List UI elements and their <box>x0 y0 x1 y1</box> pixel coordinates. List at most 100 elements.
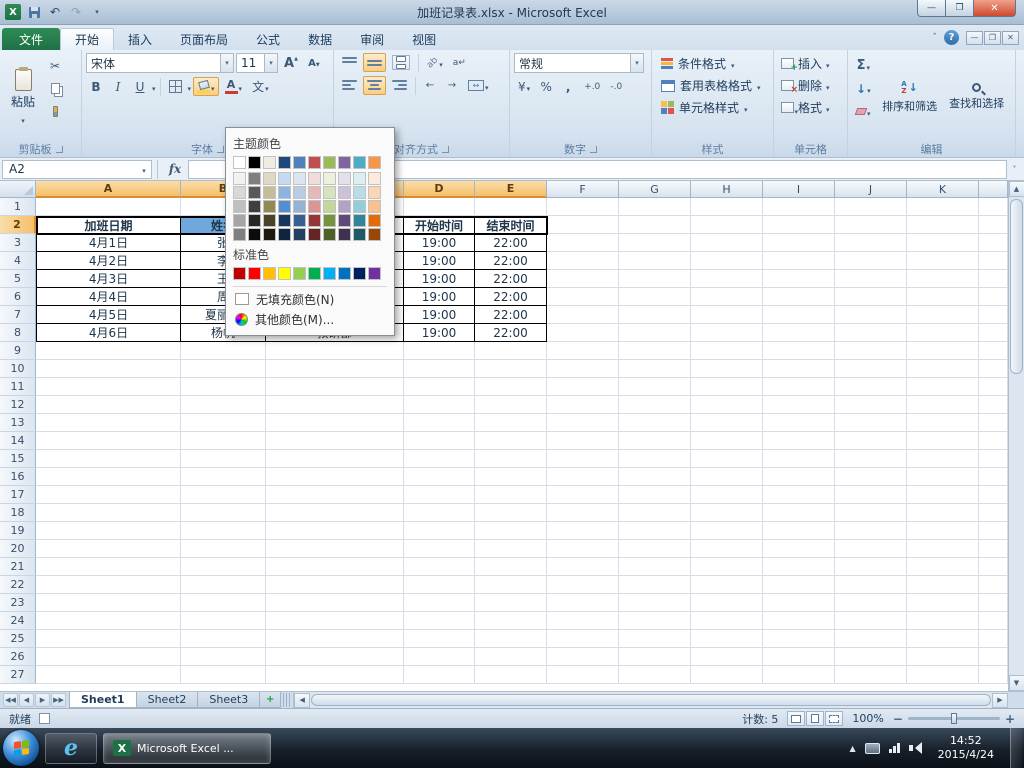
decrease-indent-button[interactable]: ← <box>420 76 440 95</box>
row-header-25[interactable]: 25 <box>0 630 36 648</box>
cell-J25[interactable] <box>835 630 907 648</box>
cell-G3[interactable] <box>619 234 691 252</box>
theme-variant-swatch[interactable] <box>308 200 321 213</box>
cell-B20[interactable] <box>181 540 266 558</box>
cell-C10[interactable] <box>266 360 404 378</box>
cell-D21[interactable] <box>404 558 475 576</box>
cell-D18[interactable] <box>404 504 475 522</box>
cell-D10[interactable] <box>404 360 475 378</box>
cell-B19[interactable] <box>181 522 266 540</box>
cell-A26[interactable] <box>36 648 181 666</box>
taskbar-ie-button[interactable]: e <box>45 732 97 764</box>
ribbon-tab-数据[interactable]: 数据 <box>294 28 346 50</box>
cell-J3[interactable] <box>835 234 907 252</box>
cell-J23[interactable] <box>835 594 907 612</box>
row-header-17[interactable]: 17 <box>0 486 36 504</box>
cell-F17[interactable] <box>547 486 619 504</box>
clipboard-dialog-launcher[interactable] <box>55 145 63 153</box>
cell-E19[interactable] <box>475 522 547 540</box>
cell-I6[interactable] <box>763 288 835 306</box>
theme-variant-swatch[interactable] <box>293 214 306 227</box>
ribbon-tab-插入[interactable]: 插入 <box>114 28 166 50</box>
page-break-view-button[interactable] <box>825 711 844 726</box>
alignment-dialog-launcher[interactable] <box>442 145 449 153</box>
insert-cells-button[interactable]: 插入 <box>778 53 843 74</box>
cell-H21[interactable] <box>691 558 763 576</box>
cell-A19[interactable] <box>36 522 181 540</box>
fill-color-button[interactable] <box>193 77 219 96</box>
cell-K3[interactable] <box>907 234 979 252</box>
cell-C18[interactable] <box>266 504 404 522</box>
vertical-scroll-thumb[interactable] <box>1010 199 1023 374</box>
cell-F5[interactable] <box>547 270 619 288</box>
cell-G20[interactable] <box>619 540 691 558</box>
cell-D22[interactable] <box>404 576 475 594</box>
cell-J6[interactable] <box>835 288 907 306</box>
cell-G21[interactable] <box>619 558 691 576</box>
cell-I3[interactable] <box>763 234 835 252</box>
font-dialog-launcher[interactable] <box>217 145 224 153</box>
cell-F15[interactable] <box>547 450 619 468</box>
cell-F1[interactable] <box>547 198 619 216</box>
zoom-out-button[interactable]: − <box>893 712 903 726</box>
theme-variant-swatch[interactable] <box>263 186 276 199</box>
cell-E17[interactable] <box>475 486 547 504</box>
cell-H12[interactable] <box>691 396 763 414</box>
cell-F11[interactable] <box>547 378 619 396</box>
cell-I23[interactable] <box>763 594 835 612</box>
theme-variant-swatch[interactable] <box>368 228 381 241</box>
cell-B13[interactable] <box>181 414 266 432</box>
cell-B15[interactable] <box>181 450 266 468</box>
scroll-up-arrow[interactable]: ▲ <box>1008 181 1024 197</box>
cell-I18[interactable] <box>763 504 835 522</box>
sort-filter-button[interactable]: A Z ↓ 排序和筛选 <box>878 53 942 141</box>
orientation-button[interactable]: ab <box>423 53 447 72</box>
workbook-restore-button[interactable]: ❐ <box>984 30 1001 45</box>
cell-I16[interactable] <box>763 468 835 486</box>
cell-J1[interactable] <box>835 198 907 216</box>
network-tray-icon[interactable] <box>888 743 900 753</box>
cell-G22[interactable] <box>619 576 691 594</box>
cell-F6[interactable] <box>547 288 619 306</box>
cell-F14[interactable] <box>547 432 619 450</box>
insert-function-button[interactable]: fx <box>162 162 188 176</box>
cell-B18[interactable] <box>181 504 266 522</box>
cell-D16[interactable] <box>404 468 475 486</box>
cell-A6[interactable]: 4月4日 <box>36 288 181 306</box>
last-sheet-button[interactable]: ▶▶ <box>51 693 66 707</box>
font-name-dropdown[interactable] <box>220 54 233 72</box>
cell-K21[interactable] <box>907 558 979 576</box>
cell-H6[interactable] <box>691 288 763 306</box>
cell-I20[interactable] <box>763 540 835 558</box>
cell-J11[interactable] <box>835 378 907 396</box>
minimize-ribbon-button[interactable]: ˆ <box>933 33 938 43</box>
cell-G26[interactable] <box>619 648 691 666</box>
cell-I25[interactable] <box>763 630 835 648</box>
cell-I12[interactable] <box>763 396 835 414</box>
number-dialog-launcher[interactable] <box>590 145 597 153</box>
theme-color-swatch[interactable] <box>263 156 276 169</box>
cell-E21[interactable] <box>475 558 547 576</box>
cell-E20[interactable] <box>475 540 547 558</box>
zoom-in-button[interactable]: + <box>1005 712 1015 726</box>
align-bottom-button[interactable] <box>388 53 414 72</box>
cell-D20[interactable] <box>404 540 475 558</box>
cell-G14[interactable] <box>619 432 691 450</box>
cell-J26[interactable] <box>835 648 907 666</box>
theme-variant-swatch[interactable] <box>233 200 246 213</box>
file-tab[interactable]: 文件 <box>2 28 60 50</box>
cell-J21[interactable] <box>835 558 907 576</box>
cell-J16[interactable] <box>835 468 907 486</box>
row-header-22[interactable]: 22 <box>0 576 36 594</box>
theme-variant-swatch[interactable] <box>263 200 276 213</box>
cell-F27[interactable] <box>547 666 619 684</box>
standard-color-swatch[interactable] <box>308 267 321 280</box>
theme-variant-swatch[interactable] <box>323 172 336 185</box>
theme-color-swatch[interactable] <box>278 156 291 169</box>
cell-G5[interactable] <box>619 270 691 288</box>
cell-K5[interactable] <box>907 270 979 288</box>
cell-H23[interactable] <box>691 594 763 612</box>
cell-C16[interactable] <box>266 468 404 486</box>
row-header-24[interactable]: 24 <box>0 612 36 630</box>
cell-D6[interactable]: 19:00 <box>404 288 475 306</box>
